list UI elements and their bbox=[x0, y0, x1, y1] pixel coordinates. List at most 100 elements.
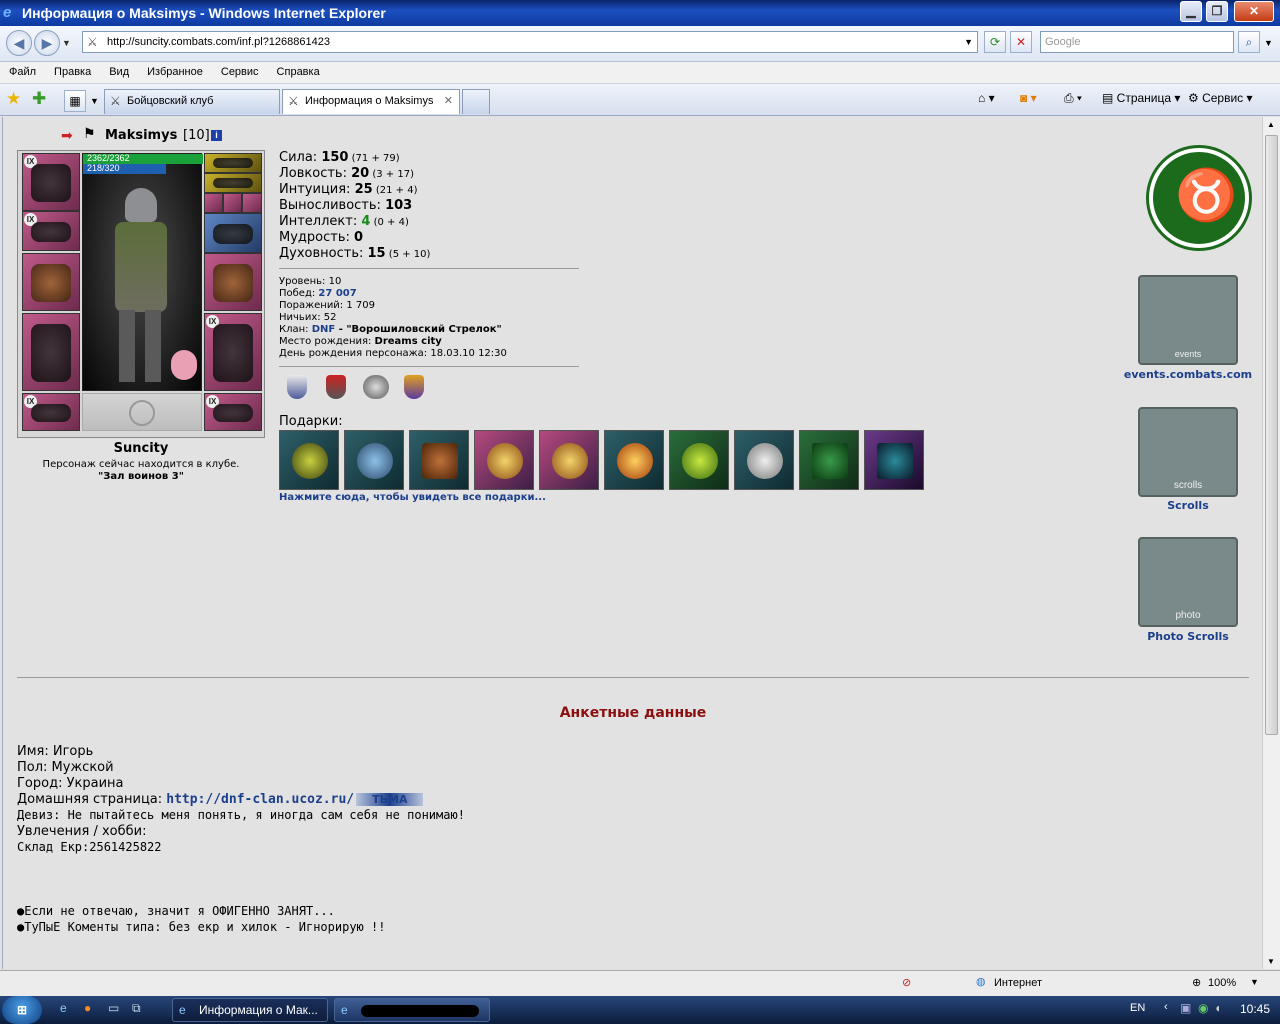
arrow-icon[interactable]: ➡ bbox=[61, 127, 73, 144]
boots-slot[interactable]: IX bbox=[204, 393, 262, 431]
new-tab-button[interactable] bbox=[462, 89, 490, 114]
earrings-slot[interactable] bbox=[204, 173, 262, 193]
armor-slot[interactable] bbox=[22, 313, 80, 391]
tray-expand-icon[interactable]: ‹ bbox=[1164, 1001, 1168, 1013]
firefox-quicklaunch-icon[interactable]: ● bbox=[84, 1001, 91, 1015]
tools-menu[interactable]: ⚙ Сервис ▾ bbox=[1188, 91, 1253, 105]
gift-shield-icon[interactable] bbox=[344, 430, 404, 490]
gift-rabbit-knight-icon[interactable] bbox=[734, 430, 794, 490]
info-icon[interactable]: i bbox=[211, 130, 222, 141]
taskbar-item-ie-2[interactable]: e bbox=[334, 998, 490, 1022]
favorites-star-icon[interactable]: ★ bbox=[6, 89, 21, 109]
scrolls-link[interactable]: Scrolls bbox=[1138, 499, 1238, 512]
bracers-slot[interactable]: IX bbox=[22, 211, 80, 251]
app-quicklaunch-icon[interactable]: ⧉ bbox=[132, 1001, 141, 1016]
badge-wings-icon[interactable] bbox=[363, 375, 389, 399]
all-gifts-link[interactable]: Нажмите сюда, чтобы увидеть все подарки.… bbox=[279, 492, 546, 503]
forward-button[interactable]: ▶ bbox=[34, 30, 60, 56]
info-value[interactable]: 27 007 bbox=[318, 288, 356, 299]
scrolls-banner[interactable]: scrolls bbox=[1138, 407, 1238, 497]
taskbar-item-ie[interactable]: e Информация о Мак... bbox=[172, 998, 328, 1022]
zoom-dropdown-icon[interactable]: ▼ bbox=[1250, 977, 1259, 987]
tray-app-icon[interactable]: ◉ bbox=[1198, 1001, 1208, 1015]
zoom-level[interactable]: 100% bbox=[1208, 977, 1236, 989]
tab-fight-club[interactable]: ⚔ Бойцовский клуб bbox=[104, 89, 280, 114]
stop-button[interactable]: ✕ bbox=[1010, 31, 1032, 53]
desktop-quicklaunch-icon[interactable]: ▭ bbox=[108, 1001, 119, 1015]
menu-file[interactable]: Файл bbox=[0, 62, 45, 78]
avatar[interactable]: 2362/2362 218/320 bbox=[82, 153, 203, 391]
refresh-button[interactable]: ⟳ bbox=[984, 31, 1006, 53]
add-favorite-icon[interactable]: ✚ bbox=[32, 89, 46, 109]
privacy-icon[interactable]: ⊘ bbox=[902, 976, 911, 989]
gift-book-icon[interactable] bbox=[799, 430, 859, 490]
badge-emblem-icon[interactable] bbox=[404, 375, 424, 399]
gift-fire-icon[interactable] bbox=[604, 430, 664, 490]
url-input[interactable]: ⚔ http://suncity.combats.com/inf.pl?12688… bbox=[82, 31, 978, 53]
homepage-decoration[interactable]: ТЬМА bbox=[356, 793, 424, 806]
photo-scrolls-link[interactable]: Photo Scrolls bbox=[1128, 630, 1248, 643]
menu-tools[interactable]: Сервис bbox=[212, 62, 268, 78]
volume-tray-icon[interactable]: ◖ bbox=[1214, 1001, 1221, 1015]
crossbow-slot[interactable] bbox=[22, 253, 80, 311]
knight-helmet bbox=[125, 188, 157, 222]
pet-icon[interactable] bbox=[171, 350, 197, 380]
quick-tabs-icon[interactable]: ▦ bbox=[64, 90, 86, 112]
close-button[interactable]: ✕ bbox=[1234, 1, 1274, 22]
zoom-icon[interactable]: ⊕ bbox=[1192, 976, 1201, 989]
search-options-icon[interactable]: ▼ bbox=[1264, 38, 1273, 48]
gloves-slot[interactable] bbox=[204, 213, 262, 253]
badge-red-shield-icon[interactable] bbox=[326, 375, 346, 399]
stat-label: Интуиция: bbox=[279, 182, 355, 197]
feeds-icon[interactable]: ◙ ▾ bbox=[1020, 91, 1037, 105]
clan-link[interactable]: DNF bbox=[312, 324, 336, 335]
ring-slot-3[interactable] bbox=[242, 193, 262, 213]
pants-slot[interactable]: IX bbox=[204, 313, 262, 391]
helmet-slot[interactable]: IX bbox=[22, 153, 80, 211]
clan-goat-logo[interactable]: ♉ bbox=[1149, 148, 1249, 248]
menu-edit[interactable]: Правка bbox=[45, 62, 100, 78]
minimize-button[interactable]: ▁ bbox=[1180, 1, 1202, 22]
search-input[interactable]: Google bbox=[1040, 31, 1234, 53]
page-menu[interactable]: ▤ Страница ▾ bbox=[1102, 91, 1180, 105]
scroll-up-icon[interactable]: ▲ bbox=[1267, 120, 1275, 129]
homepage-link[interactable]: http://dnf-clan.ucoz.ru/ bbox=[166, 792, 354, 807]
search-icon[interactable]: ⌕ bbox=[1238, 31, 1260, 53]
tab-list-icon[interactable]: ▼ bbox=[90, 96, 99, 106]
events-link[interactable]: events.combats.com bbox=[1123, 368, 1253, 381]
history-dropdown-icon[interactable]: ▼ bbox=[62, 38, 71, 48]
maximize-button[interactable]: ❐ bbox=[1206, 1, 1228, 22]
menu-favorites[interactable]: Избранное bbox=[138, 62, 212, 78]
gift-medal-icon[interactable] bbox=[539, 430, 599, 490]
scroll-down-icon[interactable]: ▼ bbox=[1267, 957, 1275, 966]
clock[interactable]: 10:45 bbox=[1240, 1002, 1270, 1016]
badge-shield-icon[interactable] bbox=[287, 375, 307, 399]
menu-view[interactable]: Вид bbox=[100, 62, 138, 78]
belt-slot[interactable]: IX bbox=[22, 393, 80, 431]
amulet-slot[interactable] bbox=[204, 153, 262, 173]
gift-helmet-icon[interactable] bbox=[279, 430, 339, 490]
gift-dark-book-icon[interactable] bbox=[864, 430, 924, 490]
print-icon[interactable]: ⎙ ▾ bbox=[1064, 91, 1082, 106]
tab-info-maksimys[interactable]: ⚔ Информация о Maksimys ✕ bbox=[282, 89, 460, 114]
gift-medal-icon[interactable] bbox=[474, 430, 534, 490]
ie-quicklaunch-icon[interactable]: e bbox=[60, 1001, 67, 1015]
ring-slot-2[interactable] bbox=[223, 193, 242, 213]
url-dropdown-icon[interactable]: ▼ bbox=[964, 32, 973, 52]
scroll-thumb[interactable] bbox=[1265, 135, 1278, 735]
network-tray-icon[interactable]: ▣ bbox=[1180, 1001, 1191, 1015]
language-indicator[interactable]: EN bbox=[1130, 1002, 1145, 1014]
back-button[interactable]: ◀ bbox=[6, 30, 32, 56]
start-button[interactable]: ⊞ bbox=[2, 996, 42, 1024]
tab-close-icon[interactable]: ✕ bbox=[444, 90, 453, 112]
events-banner[interactable]: events bbox=[1138, 275, 1238, 365]
gift-leaf-icon[interactable] bbox=[669, 430, 729, 490]
gift-chest-icon[interactable] bbox=[409, 430, 469, 490]
vertical-scrollbar[interactable]: ▲ ▼ bbox=[1262, 117, 1280, 969]
home-icon[interactable]: ⌂ ▾ bbox=[978, 91, 995, 105]
ring-slot-1[interactable] bbox=[204, 193, 223, 213]
photo-scrolls-banner[interactable]: photo bbox=[1138, 537, 1238, 627]
quiver-slot[interactable] bbox=[204, 253, 262, 311]
stat-value: 25 bbox=[354, 182, 373, 197]
menu-help[interactable]: Справка bbox=[268, 62, 329, 78]
